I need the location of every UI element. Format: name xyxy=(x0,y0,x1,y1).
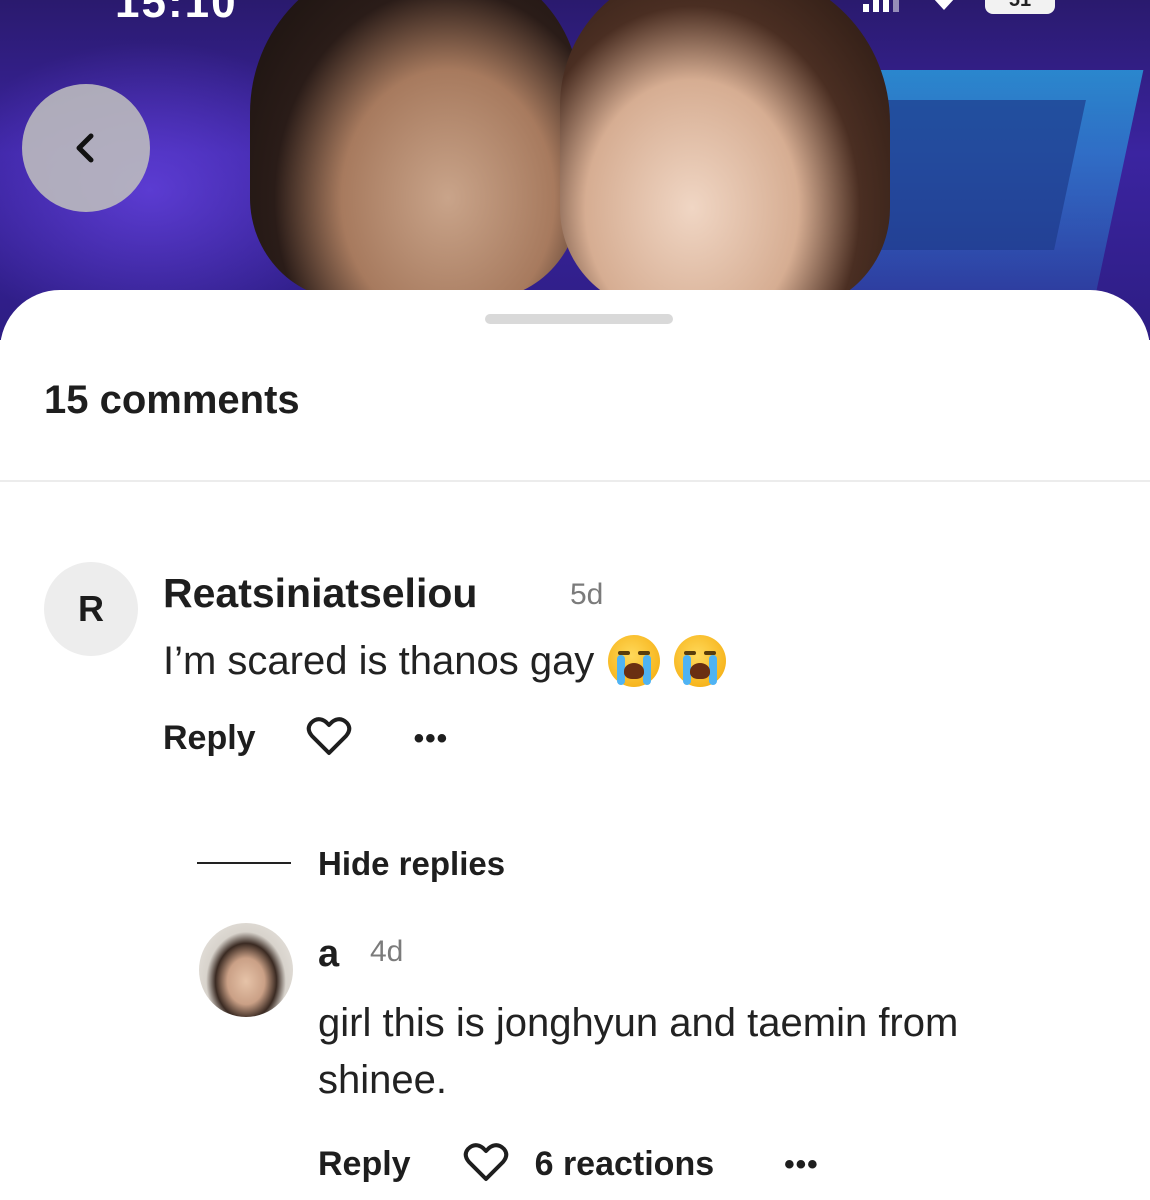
reply-username[interactable]: a xyxy=(318,933,339,976)
avatar[interactable] xyxy=(199,923,293,1017)
divider xyxy=(0,480,1150,482)
comment-body: I’m scared is thanos gay xyxy=(163,635,727,687)
comment-actions: Reply ••• xyxy=(163,715,448,762)
comment-username[interactable]: Reatsiniatseliou xyxy=(163,570,477,617)
comment-text: I’m scared is thanos gay xyxy=(163,638,595,683)
more-options-button[interactable]: ••• xyxy=(414,722,449,756)
loudly-crying-face-icon xyxy=(608,635,661,687)
status-icons: 51 xyxy=(863,0,1055,14)
sheet-drag-handle[interactable] xyxy=(485,314,673,324)
more-options-button[interactable]: ••• xyxy=(784,1148,819,1182)
heart-icon[interactable] xyxy=(306,715,352,762)
reply-text: girl this is jonghyun and taemin from sh… xyxy=(318,1001,959,1102)
back-button[interactable] xyxy=(22,84,150,212)
avatar[interactable]: R xyxy=(44,562,138,656)
reply-timestamp: 4d xyxy=(370,935,404,968)
battery-indicator: 51 xyxy=(985,0,1055,14)
reply-actions: Reply 6 reactions ••• xyxy=(318,1141,819,1188)
replies-line xyxy=(197,862,291,864)
photo-person-right xyxy=(560,0,890,310)
comments-sheet: 15 comments R Reatsiniatseliou 5d I’m sc… xyxy=(0,290,1150,1200)
reply-button[interactable]: Reply xyxy=(163,719,256,758)
hide-replies-button[interactable]: Hide replies xyxy=(318,845,505,883)
photo-person-left xyxy=(250,0,580,300)
post-photo: 15:10 51 xyxy=(0,0,1150,340)
comment-timestamp: 5d xyxy=(570,578,604,611)
comments-count: 15 comments xyxy=(44,378,300,422)
signal-icon xyxy=(863,0,903,12)
chevron-left-icon xyxy=(76,133,94,163)
status-time: 15:10 xyxy=(115,0,238,27)
wifi-icon xyxy=(929,0,959,12)
loudly-crying-face-icon xyxy=(674,635,727,687)
reply-button[interactable]: Reply xyxy=(318,1145,411,1184)
reactions-count[interactable]: 6 reactions xyxy=(535,1145,715,1184)
heart-icon[interactable] xyxy=(463,1141,509,1188)
